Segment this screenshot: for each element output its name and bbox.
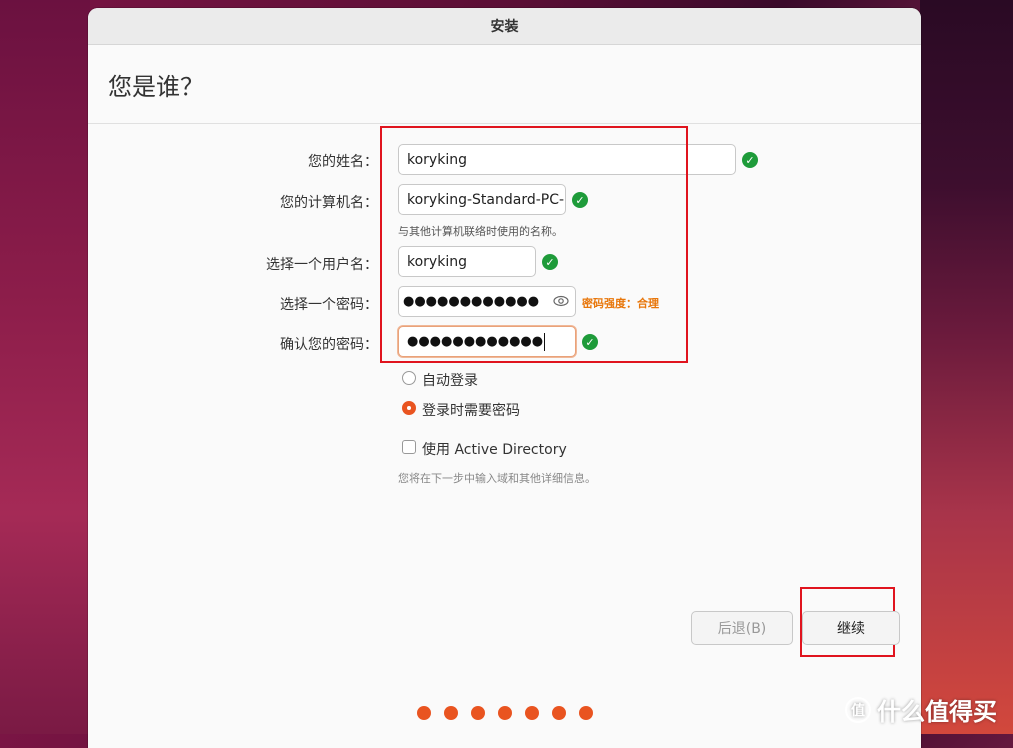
confirm-password-label: 确认您的密码： bbox=[280, 337, 378, 353]
desktop-wallpaper-right bbox=[920, 0, 1013, 734]
active-directory-label: 使用 Active Directory bbox=[422, 442, 567, 458]
name-label: 您的姓名： bbox=[308, 154, 378, 170]
page-heading-bar: 您是谁？ bbox=[88, 45, 921, 124]
password-label: 选择一个密码： bbox=[280, 297, 378, 313]
step-dot bbox=[525, 706, 539, 720]
require-password-radio[interactable] bbox=[402, 401, 416, 415]
step-dot bbox=[444, 706, 458, 720]
continue-button[interactable]: 继续 bbox=[802, 611, 900, 645]
name-check-icon: ✓ bbox=[742, 152, 758, 168]
step-dot bbox=[552, 706, 566, 720]
step-dot bbox=[417, 706, 431, 720]
watermark-text: 什么值得买 bbox=[877, 698, 997, 726]
installer-window: 安装 您是谁？ bbox=[88, 8, 921, 748]
window-titlebar: 安装 bbox=[88, 8, 921, 45]
page-title: 您是谁？ bbox=[108, 72, 204, 101]
back-button[interactable]: 后退(B) bbox=[691, 611, 793, 645]
watermark-logo: 值 bbox=[845, 696, 871, 723]
step-dot bbox=[471, 706, 485, 720]
username-label: 选择一个用户名： bbox=[266, 257, 378, 273]
auto-login-label: 自动登录 bbox=[422, 373, 478, 389]
require-password-label: 登录时需要密码 bbox=[422, 403, 520, 419]
computer-name-label: 您的计算机名： bbox=[280, 195, 378, 211]
auto-login-radio[interactable] bbox=[402, 371, 416, 385]
annotation-box-form bbox=[380, 126, 688, 363]
active-directory-hint: 您将在下一步中输入域和其他详细信息。 bbox=[398, 472, 596, 485]
step-dot bbox=[579, 706, 593, 720]
watermark: 值 什么值得买 bbox=[845, 692, 997, 727]
desktop-wallpaper-left bbox=[0, 0, 90, 734]
window-title: 安装 bbox=[490, 19, 519, 35]
active-directory-checkbox[interactable] bbox=[402, 440, 416, 454]
step-dot bbox=[498, 706, 512, 720]
